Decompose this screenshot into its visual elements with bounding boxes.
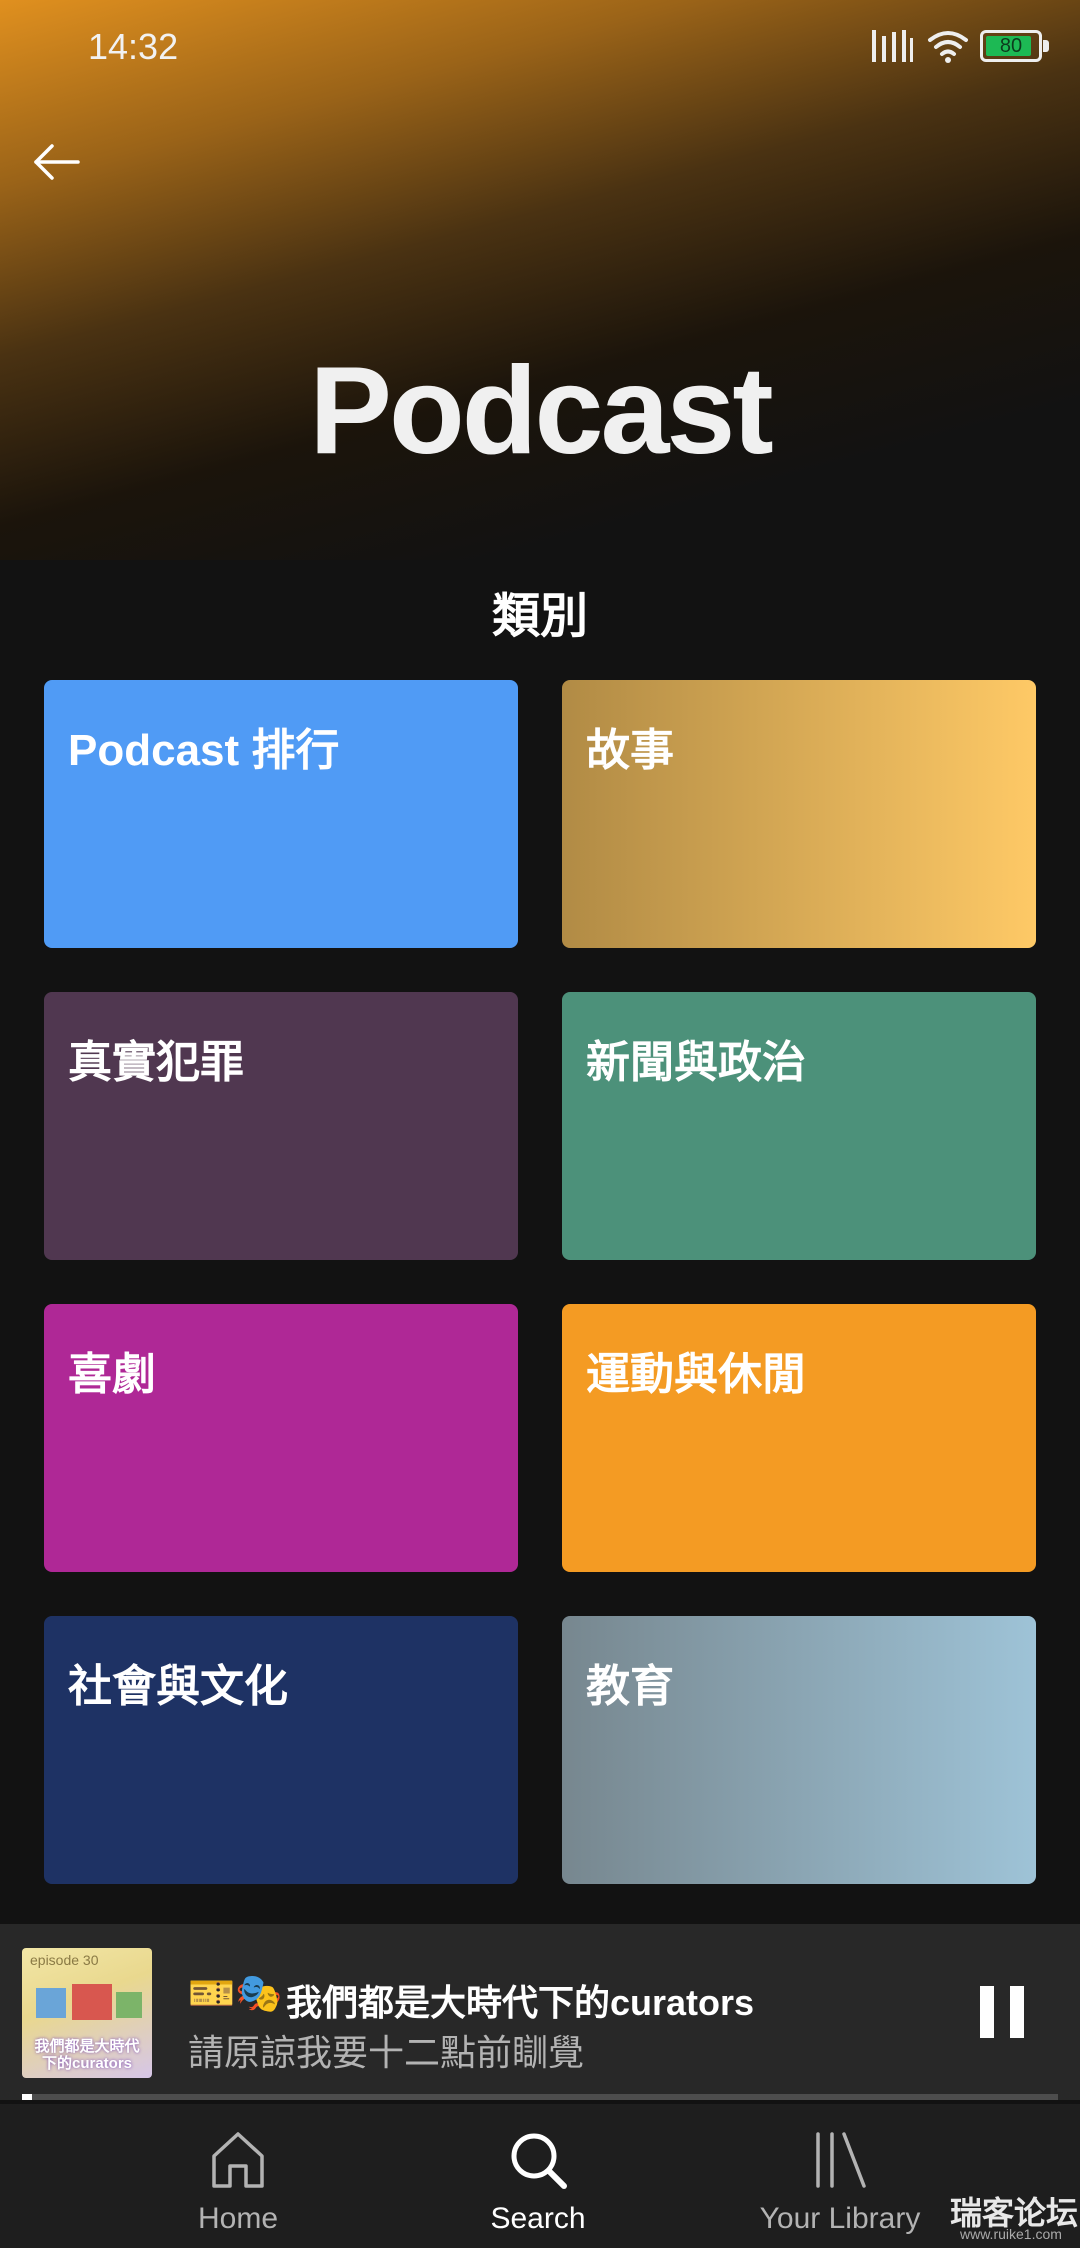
page-title: Podcast xyxy=(309,342,773,480)
artwork-tag: episode 30 xyxy=(30,1952,99,1968)
playback-progress-fill xyxy=(22,2094,33,2100)
episode-subtitle: 請原諒我要十二點前瞓覺 xyxy=(188,2032,585,2073)
nav-search-label: Search xyxy=(490,2202,586,2235)
search-icon xyxy=(511,2133,567,2189)
nav-library-label: Your Library xyxy=(759,2202,921,2235)
pause-icon xyxy=(980,1986,994,2038)
nav-home-label: Home xyxy=(197,2202,279,2235)
watermark-url: www.ruike1.com xyxy=(960,2226,1062,2242)
category-label: 故事 xyxy=(586,726,674,775)
mini-player[interactable]: episode 30 我們都是大時代下的curators 🎫🎭 我們都是大時代下… xyxy=(0,1924,1080,2100)
nav-search[interactable]: Search xyxy=(388,2104,688,2248)
category-label: 新聞與政治 xyxy=(586,1038,806,1087)
back-button[interactable] xyxy=(28,134,84,190)
category-label: 運動與休閒 xyxy=(586,1350,806,1399)
category-tile-news-politics[interactable]: 新聞與政治 xyxy=(562,992,1036,1260)
category-tile-stories[interactable]: 故事 xyxy=(562,680,1036,948)
category-tile-podcast-charts[interactable]: Podcast 排行 xyxy=(44,680,518,948)
category-tile-society-culture[interactable]: 社會與文化 xyxy=(44,1616,518,1884)
episode-artwork: episode 30 我們都是大時代下的curators xyxy=(22,1948,152,2078)
episode-emoji: 🎫🎭 xyxy=(188,1973,283,2015)
nav-library[interactable]: Your Library xyxy=(690,2104,990,2248)
category-label: 喜劇 xyxy=(68,1350,156,1399)
home-icon xyxy=(212,2132,264,2188)
category-tile-comedy[interactable]: 喜劇 xyxy=(44,1304,518,1572)
status-bar: 14:32 80 xyxy=(0,0,1080,96)
episode-title: 我們都是大時代下的curators xyxy=(286,1982,755,2023)
category-tile-sports-leisure[interactable]: 運動與休閒 xyxy=(562,1304,1036,1572)
playback-progress xyxy=(22,2094,1058,2100)
nav-home[interactable]: Home xyxy=(88,2104,388,2248)
arrow-left-icon xyxy=(34,144,80,180)
signal-icon xyxy=(872,30,913,62)
bottom-nav: Home Search Your Library xyxy=(0,2104,1080,2248)
section-title: 類別 xyxy=(491,590,588,643)
wifi-icon xyxy=(928,31,968,63)
category-tile-true-crime[interactable]: 真實犯罪 xyxy=(44,992,518,1260)
battery-icon: 80 xyxy=(980,30,1042,62)
library-icon xyxy=(816,2132,866,2188)
category-tile-education[interactable]: 教育 xyxy=(562,1616,1036,1884)
pause-button[interactable] xyxy=(980,1986,1024,2038)
artwork-caption: 我們都是大時代下的curators xyxy=(34,2038,140,2072)
category-label: 真實犯罪 xyxy=(68,1038,244,1087)
category-label: 社會與文化 xyxy=(68,1662,288,1711)
category-label: Podcast 排行 xyxy=(68,726,340,775)
status-time: 14:32 xyxy=(88,26,179,67)
category-label: 教育 xyxy=(586,1662,674,1711)
battery-level: 80 xyxy=(999,35,1023,57)
